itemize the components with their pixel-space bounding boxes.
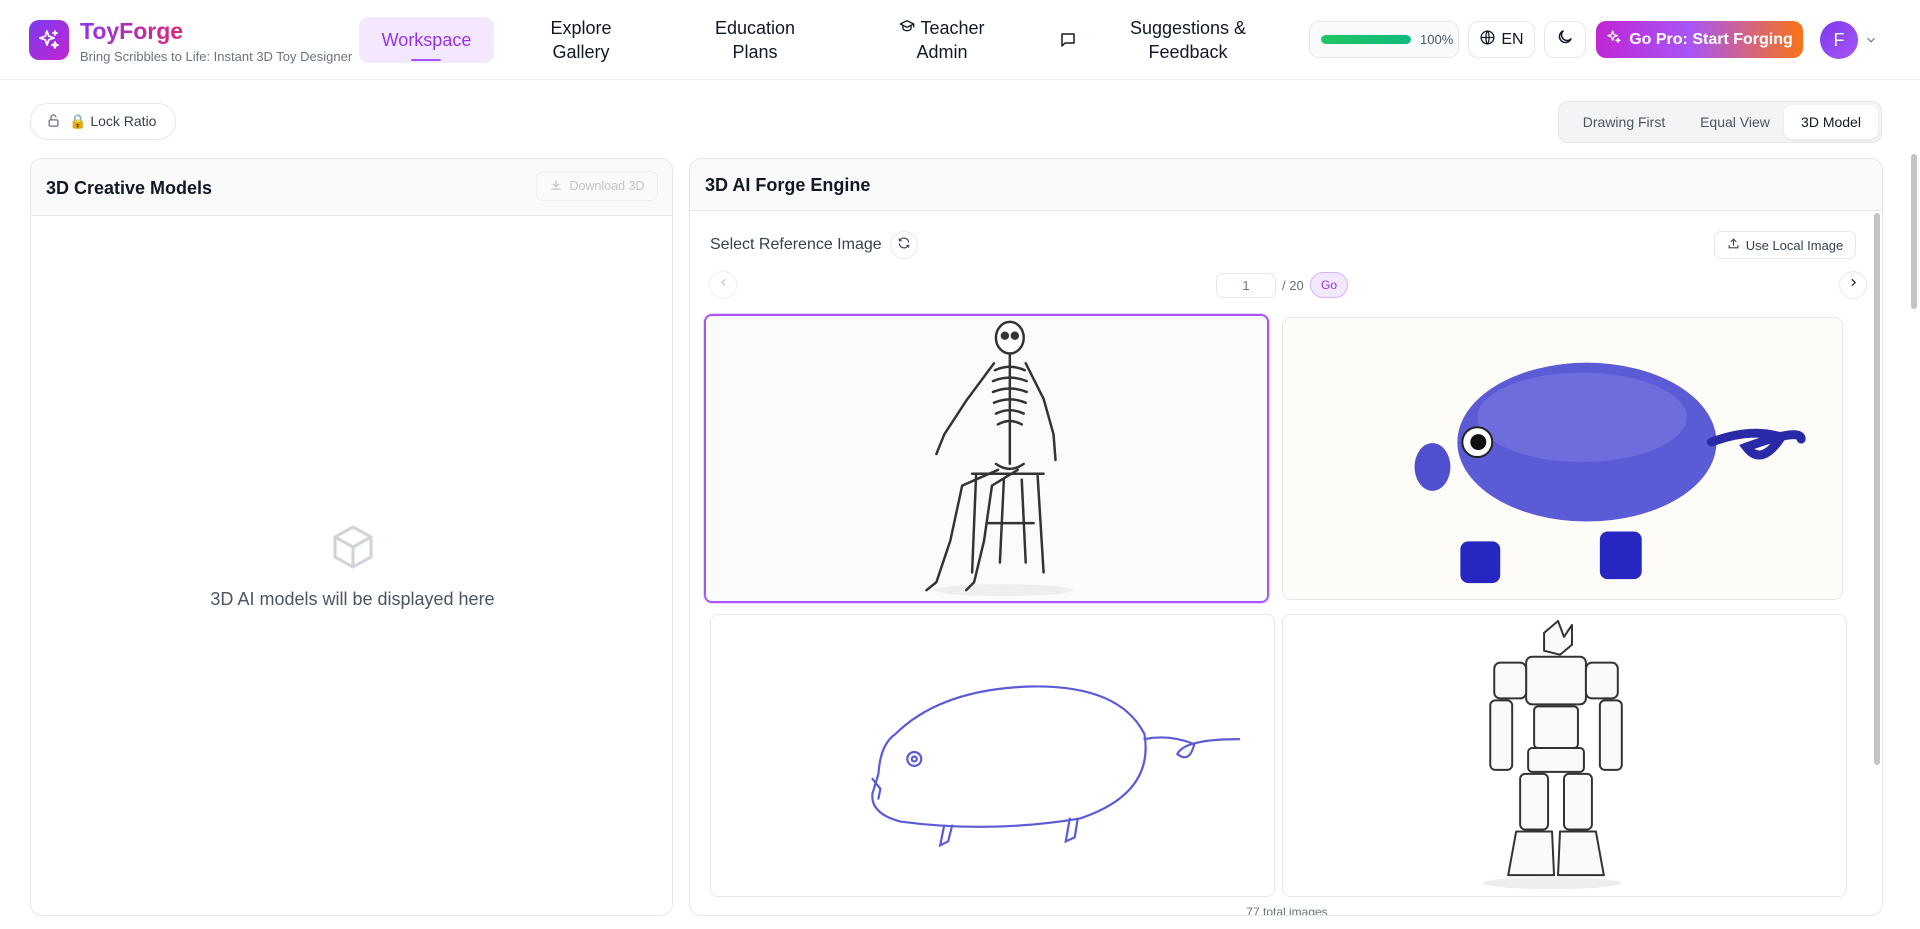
unlock-icon: [46, 113, 61, 131]
reference-image-pig-drawing[interactable]: [710, 614, 1275, 897]
chevron-left-icon: [717, 276, 730, 294]
usage-progress: 100%: [1309, 21, 1459, 58]
nav-suggestions-feedback[interactable]: Suggestions & Feedback: [1115, 17, 1261, 63]
nav-workspace[interactable]: Workspace: [359, 17, 494, 63]
reference-image-label: Select Reference Image: [710, 236, 882, 253]
page-total: / 20: [1282, 278, 1304, 293]
models-panel-header: 3D Creative Models Download 3D: [31, 159, 672, 216]
go-pro-label: Go Pro: Start Forging: [1629, 30, 1793, 48]
view-equal[interactable]: Equal View: [1686, 105, 1784, 139]
download-3d-button[interactable]: Download 3D: [536, 171, 658, 201]
nav-suggestions-line2: Feedback: [1148, 42, 1228, 62]
models-panel-title: 3D Creative Models: [46, 178, 213, 198]
previous-page-button[interactable]: [709, 271, 737, 299]
globe-icon: [1479, 29, 1496, 51]
nav-explore-line1: Explore: [550, 18, 612, 38]
reference-image-blue-pig[interactable]: [1282, 317, 1843, 600]
forge-engine-panel: 3D AI Forge Engine Select Reference Imag…: [689, 158, 1883, 916]
nav-education-plans[interactable]: Education Plans: [694, 17, 816, 63]
use-local-image-button[interactable]: Use Local Image: [1714, 231, 1856, 259]
blue-pig-3d-illustration: [1283, 318, 1842, 599]
view-mode-toggle: Drawing First Equal View 3D Model: [1558, 101, 1882, 143]
sparkles-logo-icon[interactable]: [29, 20, 69, 60]
upload-icon: [1727, 237, 1740, 253]
forge-panel-title: 3D AI Forge Engine: [705, 175, 871, 195]
nav-education-line2: Plans: [732, 42, 778, 62]
lock-ratio-button[interactable]: 🔒 Lock Ratio: [30, 103, 176, 140]
go-pro-button[interactable]: Go Pro: Start Forging: [1596, 21, 1803, 58]
empty-models-text: 3D AI models will be displayed here: [210, 589, 495, 609]
download-3d-label: Download 3D: [569, 179, 645, 193]
reference-image-skeleton[interactable]: [704, 314, 1269, 603]
top-navbar: ToyForge Bring Scribbles to Life: Instan…: [0, 0, 1920, 80]
3d-models-panel: 3D Creative Models Download 3D 3D AI mod…: [30, 158, 673, 916]
view-3d-model[interactable]: 3D Model: [1784, 105, 1878, 139]
nav-teacher-line2: Admin: [916, 42, 968, 62]
reference-image-robot-drawing[interactable]: [1282, 614, 1847, 897]
refresh-button[interactable]: [890, 231, 918, 259]
nav-teacher-line1: Teacher: [920, 18, 985, 38]
page-scrollbar[interactable]: [1911, 154, 1917, 309]
user-avatar[interactable]: F: [1820, 21, 1858, 59]
cube-icon: [31, 523, 672, 576]
refresh-icon: [897, 236, 911, 255]
language-label: EN: [1501, 30, 1524, 48]
total-images-count: 77 total images: [1246, 905, 1328, 916]
next-page-button[interactable]: [1839, 271, 1867, 299]
nav-explore-gallery[interactable]: Explore Gallery: [522, 17, 640, 63]
nav-workspace-label: Workspace: [381, 30, 472, 50]
graduation-cap-icon: [899, 16, 915, 40]
brand-tagline: Bring Scribbles to Life: Instant 3D Toy …: [80, 49, 353, 64]
message-square-icon[interactable]: [1048, 17, 1088, 63]
nav-teacher-admin[interactable]: Teacher Admin: [880, 17, 1004, 63]
nav-suggestions-line1: Suggestions &: [1129, 18, 1247, 38]
progress-label: 100%: [1420, 32, 1454, 47]
gallery-scrollbar[interactable]: [1874, 213, 1880, 765]
go-page-button[interactable]: Go: [1310, 272, 1348, 298]
view-drawing-first[interactable]: Drawing First: [1562, 105, 1686, 139]
nav-active-indicator: [411, 59, 441, 61]
pig-line-drawing-illustration: [711, 615, 1274, 896]
sparkles-icon: [1606, 29, 1622, 50]
robot-line-drawing-illustration: [1283, 615, 1846, 896]
language-button[interactable]: EN: [1468, 21, 1535, 58]
download-icon: [549, 178, 563, 195]
chevron-down-icon[interactable]: [1864, 33, 1878, 52]
nav-education-line1: Education: [714, 18, 796, 38]
progress-track: [1321, 35, 1411, 44]
lock-ratio-label: 🔒 Lock Ratio: [69, 113, 157, 129]
forge-panel-header: 3D AI Forge Engine: [690, 159, 1882, 211]
chevron-right-icon: [1847, 276, 1860, 294]
page-number-input[interactable]: [1216, 273, 1276, 298]
use-local-image-label: Use Local Image: [1745, 237, 1844, 253]
skeleton-illustration: [706, 316, 1267, 601]
moon-icon: [1556, 28, 1574, 51]
brand-name[interactable]: ToyForge: [80, 18, 183, 45]
progress-fill: [1321, 35, 1411, 44]
nav-explore-line2: Gallery: [552, 42, 610, 62]
theme-toggle-button[interactable]: [1544, 21, 1586, 58]
